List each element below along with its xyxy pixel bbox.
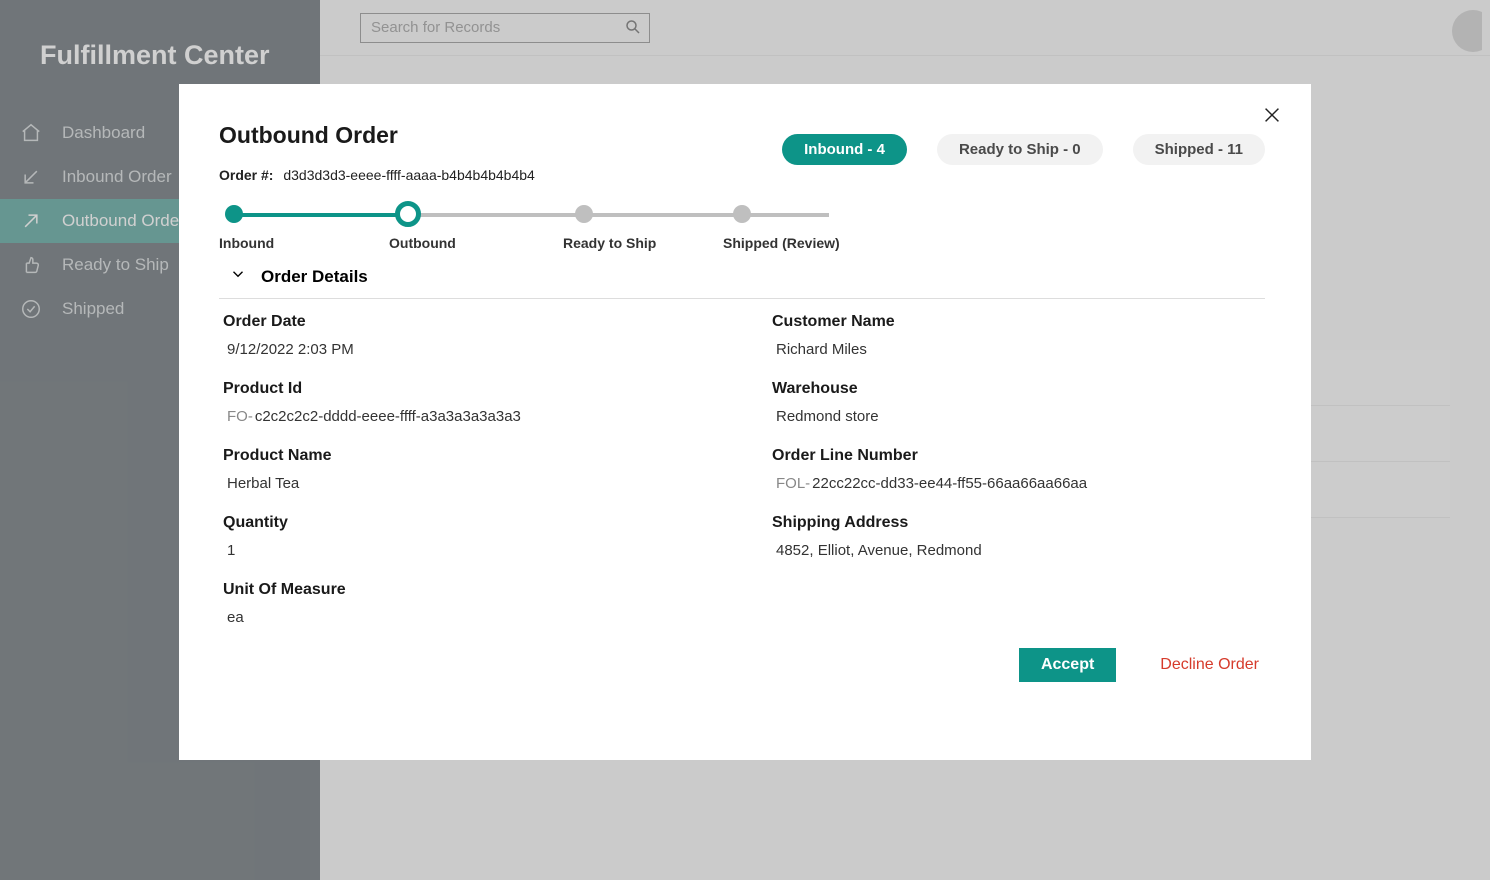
field-product-id: Product Id FO-c2c2c2c2-dddd-eeee-ffff-a3… [223,380,712,425]
modal-header: Outbound Order Order #: d3d3d3d3-eeee-ff… [219,122,1265,183]
field-uom: Unit Of Measure ea [223,581,712,626]
modal-actions: Accept Decline Order [219,648,1265,682]
accept-button[interactable]: Accept [1019,648,1116,682]
progress-stepper: Inbound Outbound Ready to Ship Shipped (… [219,205,839,265]
divider [219,298,1265,299]
field-value: 9/12/2022 2:03 PM [223,341,712,358]
step-track-fill [229,213,404,217]
status-pills: Inbound - 4 Ready to Ship - 0 Shipped - … [782,134,1265,165]
product-id-value: c2c2c2c2-dddd-eeee-ffff-a3a3a3a3a3a3 [255,408,521,425]
field-product-name: Product Name Herbal Tea [223,447,712,492]
close-icon[interactable] [1261,104,1283,131]
field-label: Customer Name [772,313,1261,331]
field-label: Product Id [223,380,712,398]
decline-order-button[interactable]: Decline Order [1160,656,1259,674]
product-id-prefix: FO- [227,408,253,425]
field-shipping-address: Shipping Address 4852, Elliot, Avenue, R… [772,514,1261,559]
pill-inbound[interactable]: Inbound - 4 [782,134,907,165]
step-node-ready [575,205,593,223]
order-number-label: Order #: [219,167,273,183]
order-details-header[interactable]: Order Details [219,265,1265,298]
field-label: Product Name [223,447,712,465]
step-node-shipped [733,205,751,223]
pill-ready-to-ship[interactable]: Ready to Ship - 0 [937,134,1103,165]
field-value: 4852, Elliot, Avenue, Redmond [772,542,1261,559]
step-node-inbound [225,205,243,223]
field-order-line-number: Order Line Number FOL-22cc22cc-dd33-ee44… [772,447,1261,492]
field-label: Shipping Address [772,514,1261,532]
section-title: Order Details [261,267,368,287]
field-label: Order Line Number [772,447,1261,465]
field-value: FOL-22cc22cc-dd33-ee44-ff55-66aa66aa66aa [772,475,1261,492]
oln-value: 22cc22cc-dd33-ee44-ff55-66aa66aa66aa [812,475,1087,492]
field-label: Warehouse [772,380,1261,398]
field-order-date: Order Date 9/12/2022 2:03 PM [223,313,712,358]
field-value: FO-c2c2c2c2-dddd-eeee-ffff-a3a3a3a3a3a3 [223,408,712,425]
field-label: Order Date [223,313,712,331]
field-value: 1 [223,542,712,559]
field-value: Redmond store [772,408,1261,425]
order-number-value: d3d3d3d3-eeee-ffff-aaaa-b4b4b4b4b4b4 [283,167,534,183]
modal-title: Outbound Order [219,122,535,149]
details-grid: Order Date 9/12/2022 2:03 PM Product Id … [219,313,1265,648]
step-label: Shipped (Review) [723,235,840,251]
field-label: Unit Of Measure [223,581,712,599]
field-label: Quantity [223,514,712,532]
step-node-outbound [395,201,421,227]
oln-prefix: FOL- [776,475,810,492]
field-value: Richard Miles [772,341,1261,358]
pill-shipped[interactable]: Shipped - 11 [1133,134,1265,165]
chevron-down-icon [229,265,247,288]
step-label: Inbound [219,235,274,251]
outbound-order-modal: Outbound Order Order #: d3d3d3d3-eeee-ff… [179,84,1311,760]
step-label: Ready to Ship [563,235,656,251]
field-value: ea [223,609,712,626]
field-customer-name: Customer Name Richard Miles [772,313,1261,358]
modal-overlay: Outbound Order Order #: d3d3d3d3-eeee-ff… [0,0,1490,880]
step-label: Outbound [389,235,456,251]
field-quantity: Quantity 1 [223,514,712,559]
order-number-row: Order #: d3d3d3d3-eeee-ffff-aaaa-b4b4b4b… [219,167,535,183]
field-warehouse: Warehouse Redmond store [772,380,1261,425]
field-value: Herbal Tea [223,475,712,492]
